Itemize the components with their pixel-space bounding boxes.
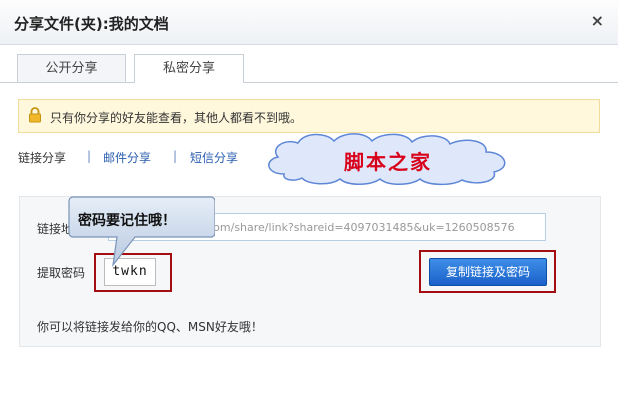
- copy-link-and-password-button[interactable]: 复制链接及密码: [429, 258, 547, 286]
- dialog-titlebar: 分享文件(夹):我的文档 ×: [0, 0, 618, 45]
- share-method-email[interactable]: 邮件分享: [103, 151, 151, 165]
- notice-text: 只有你分享的好友能查看，其他人都看不到哦。: [50, 111, 303, 125]
- lock-icon: [29, 107, 41, 123]
- nav-separator: |: [87, 149, 92, 163]
- tab-private-share[interactable]: 私密分享: [134, 54, 244, 83]
- tab-public-share[interactable]: 公开分享: [17, 54, 126, 82]
- share-tip: 你可以将链接发给你的QQ、MSN好友哦！: [37, 320, 263, 334]
- callout-bubble: [68, 196, 215, 267]
- close-icon[interactable]: ×: [591, 11, 604, 30]
- privacy-notice: 只有你分享的好友能查看，其他人都看不到哦。: [18, 99, 600, 133]
- share-method-sms[interactable]: 短信分享: [190, 151, 238, 165]
- nav-separator: |: [173, 149, 178, 163]
- share-method-link[interactable]: 链接分享: [18, 149, 66, 166]
- callout-text: 密码要记住哦！: [78, 213, 176, 229]
- dialog-title: 分享文件(夹):我的文档: [14, 15, 169, 33]
- share-tabs: 公开分享 私密分享: [0, 44, 618, 83]
- watermark-text: 脚本之家: [344, 150, 432, 174]
